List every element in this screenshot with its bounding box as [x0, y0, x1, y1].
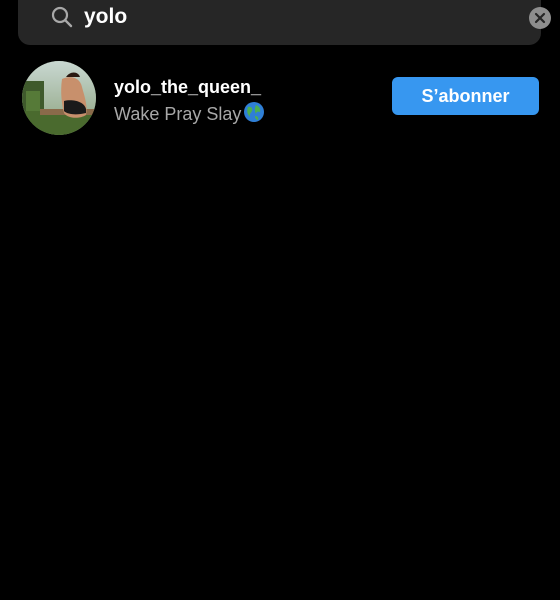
clear-icon[interactable]	[529, 7, 551, 29]
username[interactable]: yolo_the_queen_	[114, 77, 261, 98]
avatar[interactable]	[22, 61, 96, 135]
search-input[interactable]	[84, 3, 504, 31]
bio-text: Wake Pray Slay	[114, 101, 265, 128]
search-bar[interactable]	[18, 0, 551, 45]
follow-button[interactable]: S’abonner	[392, 77, 539, 115]
search-icon	[50, 5, 74, 29]
bio-label: Wake Pray Slay	[114, 104, 242, 124]
globe-icon	[243, 101, 265, 128]
search-result-row[interactable]: yolo_the_queen_ Wake Pray Slay S’abonner	[0, 56, 560, 140]
